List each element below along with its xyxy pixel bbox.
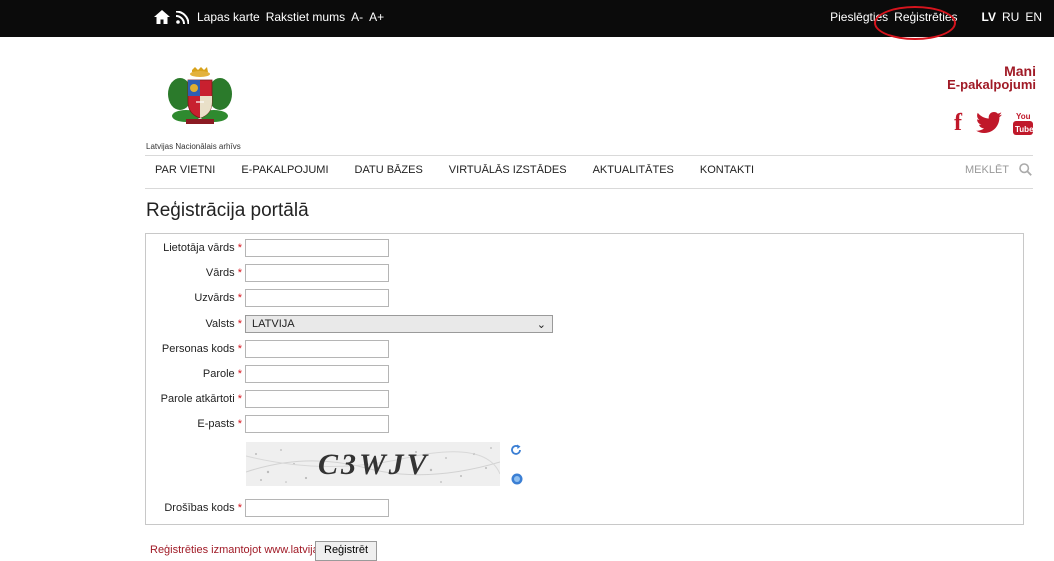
nav-top-divider: [145, 155, 1033, 156]
password-repeat-row: Parole atkārtoti *: [146, 390, 389, 408]
logo-caption: Latvijas Nacionālais arhīvs: [146, 142, 241, 151]
password-repeat-label: Parole atkārtoti *: [160, 393, 242, 405]
personal-code-row: Personas kods *: [146, 340, 389, 358]
register-highlight-annotation: [874, 6, 956, 40]
nav-item-virtual-exhibitions[interactable]: VIRTUĀLĀS IZSTĀDES: [449, 164, 567, 176]
email-input[interactable]: [245, 415, 389, 433]
twitter-icon[interactable]: [976, 112, 1002, 134]
search-icon[interactable]: [1019, 163, 1032, 176]
nav-item-about[interactable]: PAR VIETNI: [155, 164, 215, 176]
personal-code-label: Personas kods *: [161, 343, 242, 355]
coat-of-arms-logo[interactable]: [164, 66, 236, 128]
search-label[interactable]: MEKLĒT: [965, 164, 1009, 176]
refresh-captcha-icon[interactable]: [510, 444, 522, 456]
security-code-label: Drošības kods *: [164, 502, 242, 514]
lang-lv[interactable]: LV: [982, 10, 996, 24]
firstname-label: Vārds *: [205, 267, 242, 279]
required-mark: *: [237, 242, 242, 254]
country-selected-value: LATVIJA: [252, 318, 295, 330]
lang-en[interactable]: EN: [1025, 10, 1042, 24]
firstname-row: Vārds *: [146, 264, 389, 282]
firstname-input[interactable]: [245, 264, 389, 282]
required-mark: *: [237, 502, 242, 514]
country-label: Valsts *: [205, 318, 242, 330]
required-mark: *: [237, 368, 242, 380]
facebook-icon[interactable]: f: [954, 111, 962, 135]
username-input[interactable]: [245, 239, 389, 257]
required-mark: *: [237, 318, 242, 330]
sitemap-link[interactable]: Lapas karte: [197, 10, 260, 24]
required-mark: *: [237, 393, 242, 405]
password-row: Parole *: [146, 365, 389, 383]
personal-code-input[interactable]: [245, 340, 389, 358]
required-mark: *: [237, 292, 242, 304]
chevron-down-icon: ⌄: [536, 319, 546, 331]
username-label: Lietotāja vārds *: [163, 242, 242, 254]
nav-item-contacts[interactable]: KONTAKTI: [700, 164, 754, 176]
audio-captcha-icon[interactable]: [511, 473, 523, 485]
home-icon[interactable]: [154, 10, 170, 24]
country-select[interactable]: LATVIJA ⌄: [245, 315, 553, 333]
username-row: Lietotāja vārds *: [146, 239, 389, 257]
search-control[interactable]: MEKLĒT: [965, 163, 1032, 176]
captcha-text: C3WJV: [318, 448, 430, 481]
password-repeat-input[interactable]: [245, 390, 389, 408]
captcha-image: C3WJV: [246, 442, 500, 486]
nav-bottom-divider: [145, 188, 1033, 189]
email-label: E-pasts *: [197, 418, 242, 430]
top-bar-left: Lapas karte Rakstiet mums A- A+: [154, 10, 390, 24]
main-nav: PAR VIETNI E-PAKALPOJUMI DATU BĀZES VIRT…: [155, 164, 780, 176]
social-links: f You Tube: [954, 110, 1034, 136]
svg-text:You: You: [1016, 112, 1031, 121]
required-mark: *: [237, 267, 242, 279]
my-e-services-line1: Mani: [1004, 63, 1036, 79]
lastname-label: Uzvārds *: [194, 292, 242, 304]
country-row: Valsts * LATVIJA ⌄: [146, 315, 553, 333]
registration-form: Lietotāja vārds * Vārds * Uzvārds * Vals…: [145, 233, 1024, 525]
register-button[interactable]: Reģistrēt: [315, 541, 378, 561]
required-mark: *: [237, 343, 242, 355]
password-label: Parole *: [202, 368, 242, 380]
page-title: Reģistrācija portālā: [146, 200, 309, 221]
svg-text:Tube: Tube: [1015, 125, 1034, 134]
security-code-input[interactable]: [245, 499, 389, 517]
font-increase-link[interactable]: A+: [369, 10, 384, 24]
lang-ru[interactable]: RU: [1002, 10, 1019, 24]
lastname-row: Uzvārds *: [146, 289, 389, 307]
nav-item-databases[interactable]: DATU BĀZES: [355, 164, 423, 176]
contact-link[interactable]: Rakstiet mums: [266, 10, 345, 24]
password-input[interactable]: [245, 365, 389, 383]
my-e-services-link[interactable]: Mani E-pakalpojumi: [947, 64, 1036, 92]
lastname-input[interactable]: [245, 289, 389, 307]
security-code-row: Drošības kods *: [146, 499, 389, 517]
nav-item-e-services[interactable]: E-PAKALPOJUMI: [241, 164, 328, 176]
youtube-icon[interactable]: You Tube: [1012, 110, 1034, 136]
nav-item-news[interactable]: AKTUALITĀTES: [593, 164, 674, 176]
rss-icon[interactable]: [176, 10, 189, 24]
font-decrease-link[interactable]: A-: [351, 10, 363, 24]
my-e-services-line2: E-pakalpojumi: [947, 77, 1036, 92]
latvija-register-link[interactable]: Reģistrēties izmantojot www.latvija.lv: [150, 544, 330, 556]
required-mark: *: [237, 418, 242, 430]
email-row: E-pasts *: [146, 415, 389, 433]
